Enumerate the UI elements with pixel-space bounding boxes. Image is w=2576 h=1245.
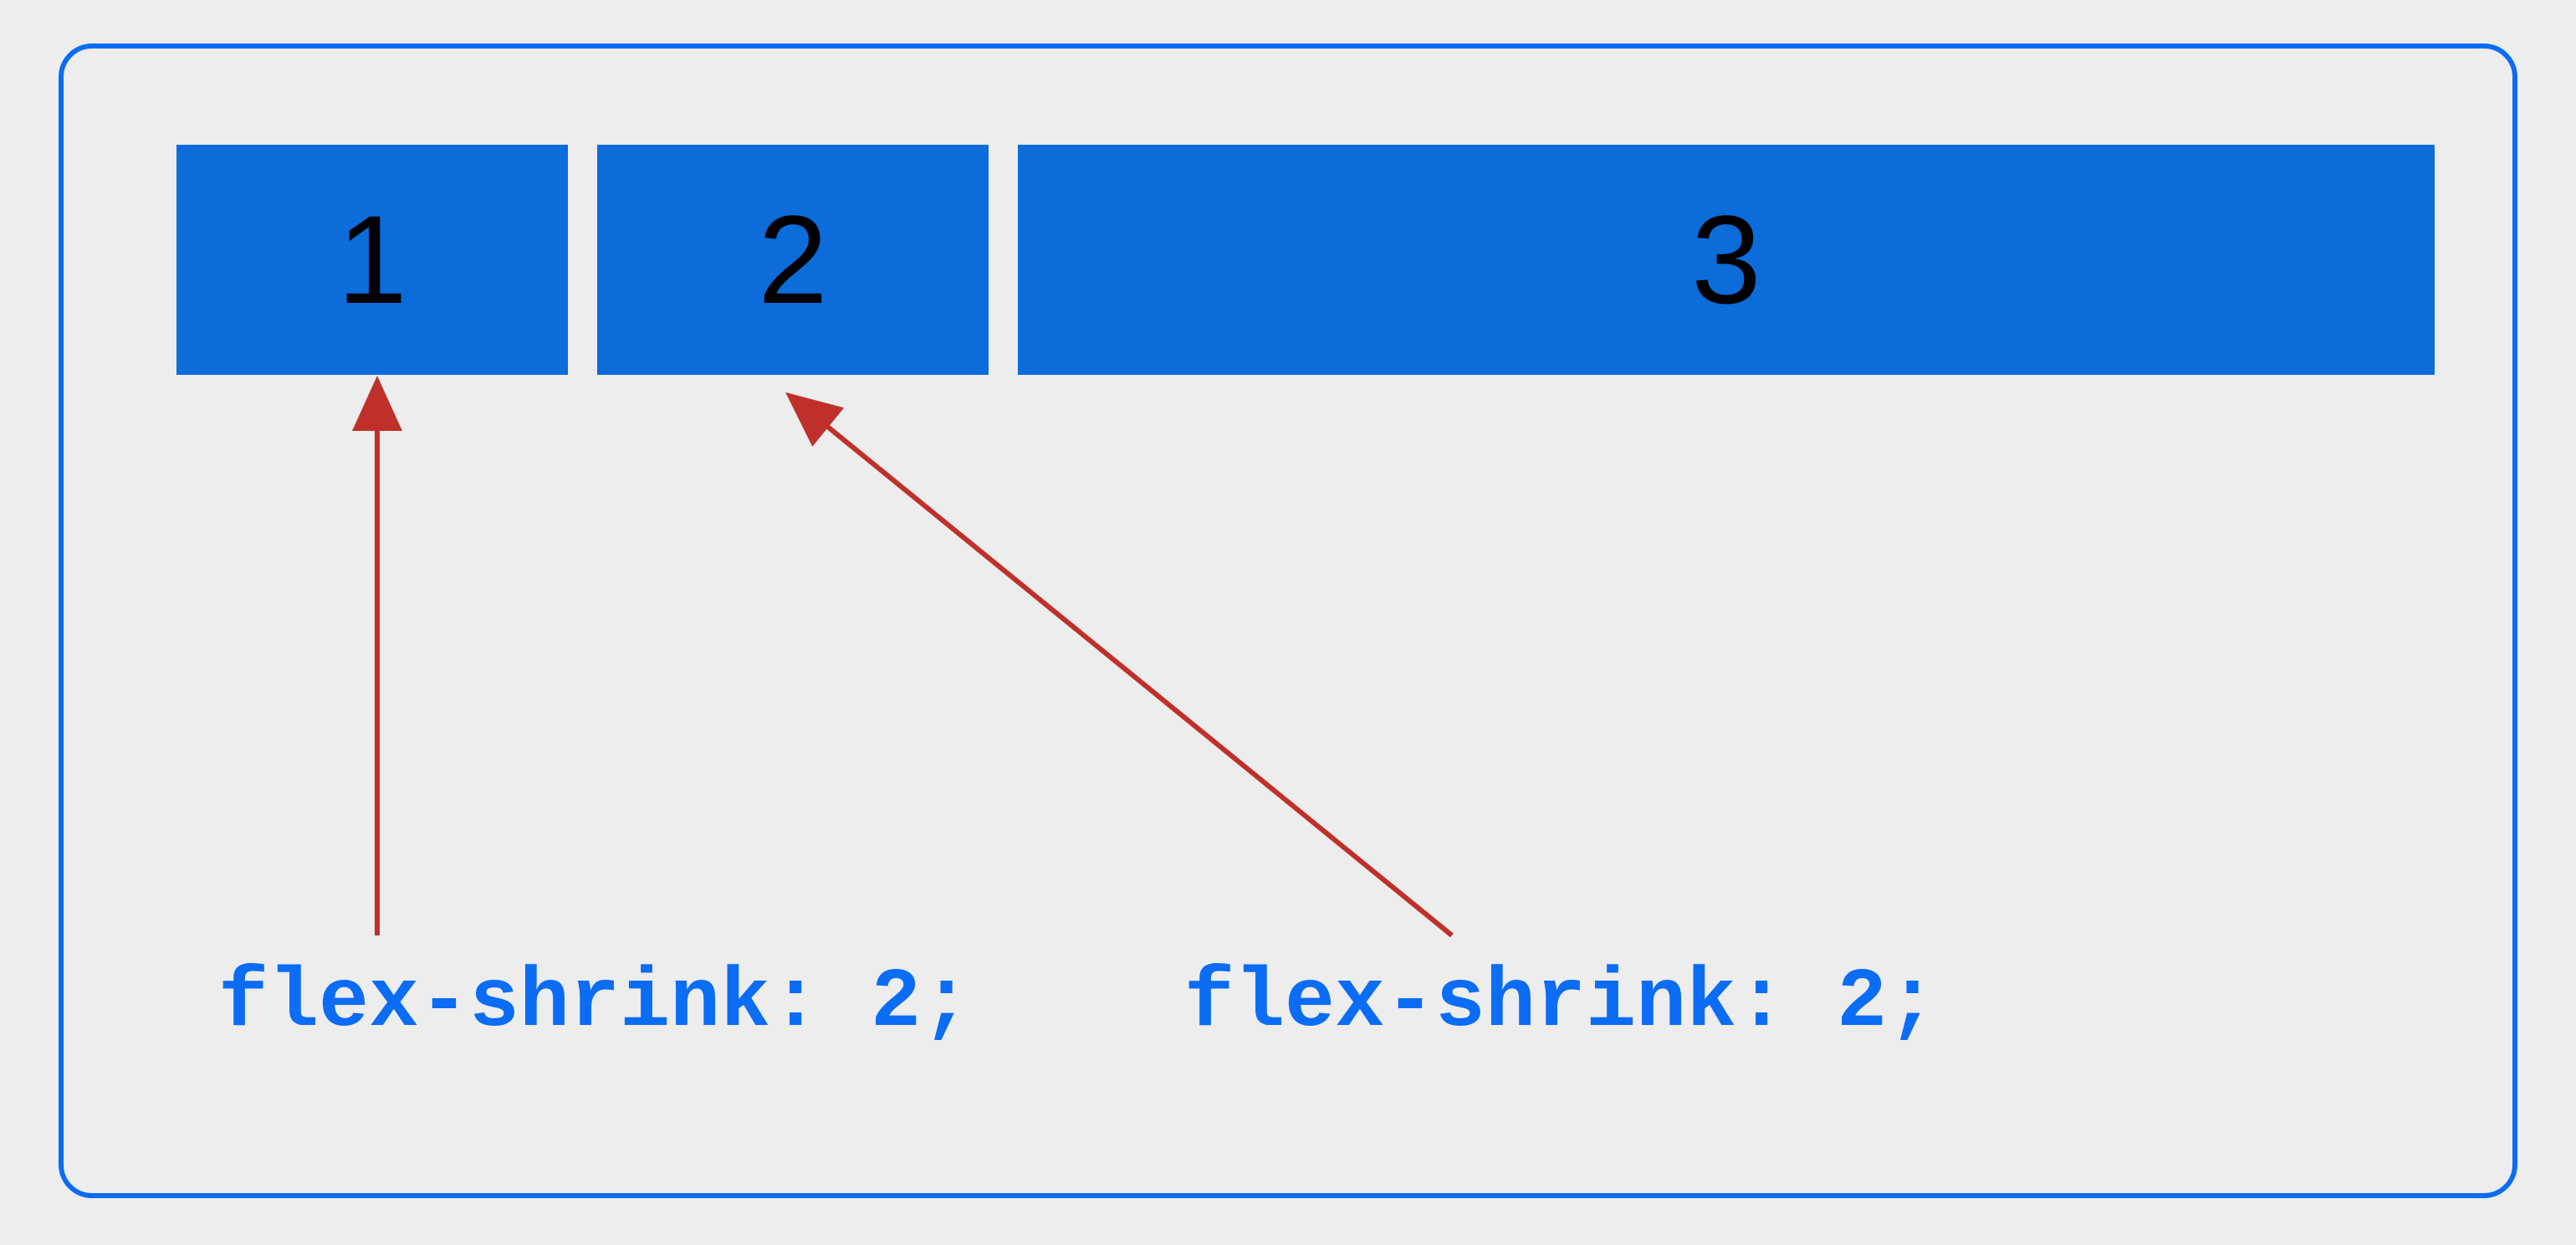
flex-item-2: 2: [597, 145, 989, 375]
flex-item-1-label: 1: [337, 187, 406, 332]
annotation-label-1: flex-shrink: 2;: [218, 956, 971, 1051]
flex-item-1: 1: [176, 145, 568, 375]
flex-item-3-label: 3: [1691, 187, 1761, 332]
flex-item-3: 3: [1018, 145, 2435, 375]
flex-item-2-label: 2: [758, 187, 827, 332]
annotation-label-2: flex-shrink: 2;: [1184, 956, 1937, 1051]
diagram-container: 1 2 3 flex-shrink: 2; flex-shrink: 2;: [59, 44, 2517, 1198]
flex-row: 1 2 3: [176, 145, 2435, 375]
arrow-to-item-2: [820, 421, 1452, 935]
